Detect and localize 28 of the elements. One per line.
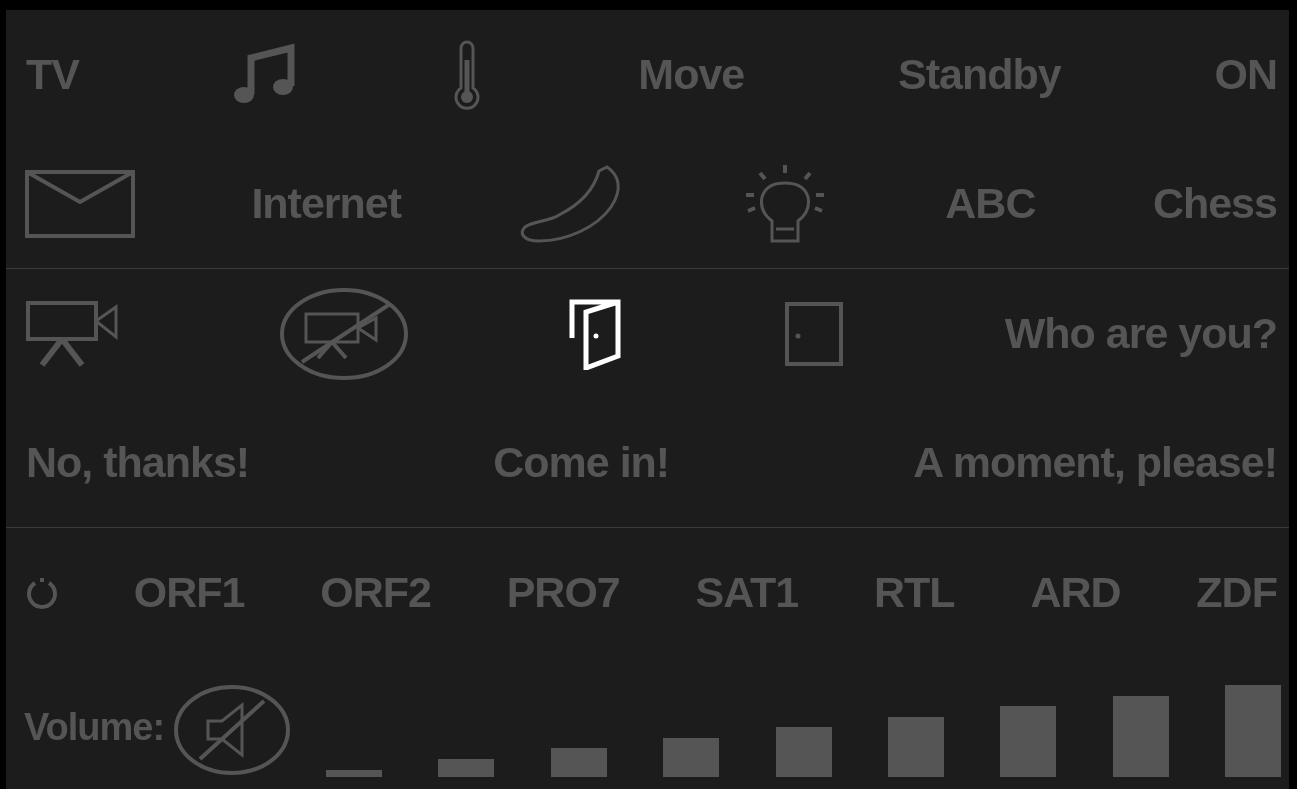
remote-key[interactable]: Come in! [491,441,672,484]
remote-key[interactable]: ARD [1028,571,1123,614]
remote-key[interactable]: PRO7 [504,571,622,614]
volume-step-button[interactable] [438,758,495,777]
remote-key[interactable]: ORF2 [318,571,433,614]
remote-key[interactable]: Who are you? [1002,312,1279,355]
volume-step-button[interactable] [1112,695,1169,777]
remote-key[interactable]: ABC [943,182,1038,225]
remote-key[interactable]: Chess [1150,182,1279,225]
remote-key[interactable]: Standby [896,53,1063,96]
remote-key[interactable]: SAT1 [693,571,801,614]
volume-step-button[interactable] [663,737,720,777]
video-camera-icon [24,298,120,369]
volume-step-button[interactable] [887,716,944,777]
envelope-icon [24,168,136,239]
remote-key[interactable]: A moment, please! [911,441,1279,484]
camera-off-icon [278,285,411,382]
remote-key[interactable]: ON [1212,53,1279,96]
volume-label: Volume: [24,706,165,749]
remote-key[interactable]: ORF1 [131,571,247,614]
remote-key[interactable]: Internet [249,182,404,225]
mute-speaker-icon [172,683,293,777]
door-icon [782,299,845,368]
remote-key[interactable]: RTL [872,571,957,614]
remote-key[interactable]: No, thanks! [24,441,252,484]
remote-key[interactable]: ZDF [1194,571,1279,614]
remote-key[interactable]: Move [636,53,747,96]
remote-key[interactable]: TV [24,53,81,96]
